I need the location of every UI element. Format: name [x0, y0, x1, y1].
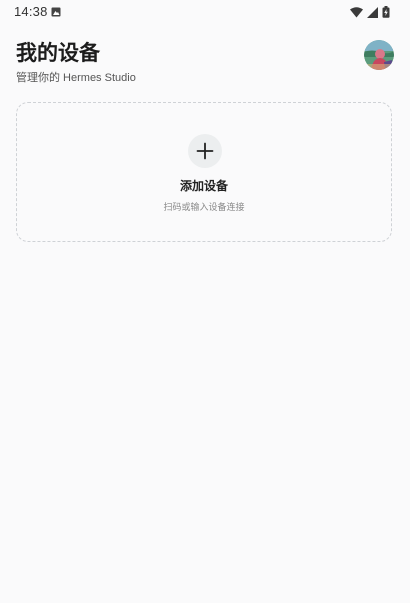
status-icons — [350, 6, 390, 18]
page-subtitle: 管理你的 Hermes Studio — [16, 72, 136, 84]
add-device-description: 扫码或输入设备连接 — [163, 203, 245, 213]
wifi-icon — [350, 6, 363, 17]
battery-charging-icon — [382, 6, 390, 18]
add-device-label: 添加设备 — [179, 179, 228, 193]
cellular-signal-icon — [367, 6, 378, 18]
status-time: 14:38 — [14, 4, 48, 19]
page-title: 我的设备 — [16, 41, 100, 65]
plus-icon — [196, 142, 214, 160]
add-device-card[interactable]: 添加设备 扫码或输入设备连接 — [16, 102, 392, 242]
status-bar: 14:38 — [0, 0, 410, 24]
add-device-button[interactable] — [188, 134, 222, 168]
photo-icon — [51, 7, 61, 17]
page-header: 我的设备 管理你的 Hermes Studio — [16, 38, 394, 88]
avatar[interactable] — [364, 40, 394, 70]
